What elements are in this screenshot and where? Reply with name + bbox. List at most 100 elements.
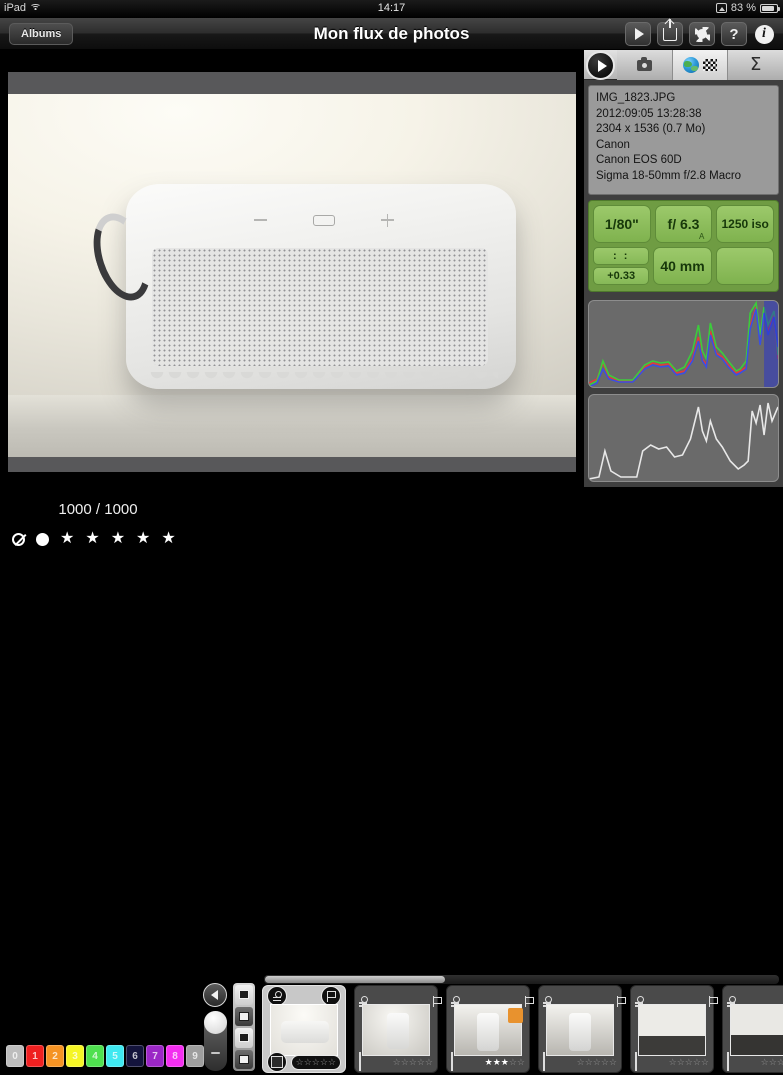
speaker-feet <box>148 372 498 388</box>
mini-star-5-icon: ☆ <box>327 1056 336 1067</box>
star-4-icon[interactable]: ★ <box>136 531 150 547</box>
chevron-left-icon <box>210 990 218 1000</box>
previous-photo-button[interactable] <box>203 983 227 1007</box>
thumbnail-bottom-row: ☆☆☆☆☆ <box>635 1052 709 1071</box>
play-circle-icon <box>597 59 607 72</box>
color-label-5[interactable]: 5 <box>106 1045 124 1067</box>
select-checkbox[interactable] <box>727 1052 729 1071</box>
mini-star-1-icon: ☆ <box>295 1056 304 1067</box>
layout-icon-3 <box>239 1033 249 1043</box>
thumbnail-image <box>270 1004 338 1056</box>
color-label-7[interactable]: 7 <box>146 1045 164 1067</box>
mini-star-3-icon: ☆ <box>592 1056 601 1067</box>
select-checkbox[interactable] <box>635 1052 637 1071</box>
battery-icon <box>760 3 780 13</box>
star-3-icon[interactable]: ★ <box>111 531 125 547</box>
color-label-3[interactable]: 3 <box>66 1045 84 1067</box>
mini-star-1-icon: ☆ <box>668 1056 677 1067</box>
color-label-9[interactable]: 9 <box>186 1045 204 1067</box>
thumbnail-image <box>638 1004 706 1056</box>
battery-percent: 83 % <box>730 2 756 14</box>
thumbnail-cell[interactable]: ☆☆☆☆☆ <box>722 985 783 1073</box>
thumbnail-top-row <box>543 989 617 1003</box>
reject-icon[interactable] <box>12 532 25 546</box>
star-rating-mini: ☆☆☆☆☆ <box>393 1057 433 1068</box>
select-checkbox[interactable] <box>359 1052 361 1071</box>
albums-back-button[interactable]: Albums <box>9 23 74 45</box>
question-mark-icon: ? <box>729 25 739 43</box>
star-rating-mini: ☆☆☆☆☆ <box>296 1057 336 1068</box>
star-5-icon[interactable]: ★ <box>161 531 175 547</box>
star-1-icon[interactable]: ★ <box>60 531 74 547</box>
mini-star-1-icon: ☆ <box>576 1056 585 1067</box>
slider-knob[interactable] <box>204 1011 227 1034</box>
thumbnail-rating[interactable]: ☆☆☆☆☆ <box>577 1057 617 1068</box>
color-label-2[interactable]: 2 <box>46 1045 64 1067</box>
color-label-8[interactable]: 8 <box>166 1045 184 1067</box>
select-checkbox[interactable] <box>543 1052 545 1071</box>
info-button[interactable]: i <box>753 22 775 46</box>
plus-button-icon <box>381 213 394 227</box>
thumbnail-rating[interactable]: ★ ★ ★ ☆ ☆ <box>485 1057 525 1068</box>
luminance-histogram <box>588 394 779 482</box>
mini-star-1-icon: ☆ <box>392 1056 401 1067</box>
share-button[interactable] <box>657 18 683 46</box>
zoom-slider[interactable] <box>204 1011 227 1071</box>
thumbnail-rating[interactable]: ☆☆☆☆☆ <box>290 1054 341 1070</box>
play-icon <box>634 28 644 40</box>
color-label-6[interactable]: 6 <box>126 1045 144 1067</box>
flag-badge[interactable] <box>321 986 341 1006</box>
view-mode-3[interactable] <box>235 1028 253 1048</box>
thumbnail-art <box>639 1005 705 1055</box>
select-checkbox[interactable] <box>267 1052 287 1072</box>
pick-dot-icon[interactable] <box>36 532 49 546</box>
tab-sigma[interactable]: Σ <box>728 50 783 80</box>
star-2-icon[interactable]: ★ <box>85 531 99 547</box>
view-mode-2[interactable] <box>235 1006 253 1026</box>
thumbnail-cell[interactable]: ☆☆☆☆☆ <box>630 985 714 1073</box>
aperture-text: f/ 6.3 <box>667 216 700 232</box>
tab-camera[interactable] <box>617 50 673 80</box>
slideshow-play-button[interactable] <box>625 22 651 46</box>
camera-icon <box>636 57 652 71</box>
color-label-1[interactable]: 1 <box>26 1045 44 1067</box>
thumbnail-rating[interactable]: ☆☆☆☆☆ <box>761 1057 783 1068</box>
mini-star-4-icon: ☆ <box>692 1056 701 1067</box>
exposure-empty-cell <box>715 247 774 285</box>
thumbnail-rating[interactable]: ☆☆☆☆☆ <box>393 1057 433 1068</box>
filmstrip[interactable]: ☆☆☆☆☆☆☆☆☆☆★★★☆☆☆☆☆☆☆☆☆☆☆☆☆☆☆☆☆ <box>262 977 783 1075</box>
thumbnail-cell[interactable]: ☆☆☆☆☆ <box>538 985 622 1073</box>
rgb-histogram <box>588 300 779 388</box>
thumbnail-cell[interactable]: ☆☆☆☆☆ <box>262 985 346 1073</box>
slider-minus-icon <box>211 1052 220 1054</box>
lock-badge[interactable] <box>267 986 287 1006</box>
speaker-body <box>126 184 516 389</box>
exif-model: Canon EOS 60D <box>596 154 682 166</box>
thumbnail-cell[interactable]: ☆☆☆☆☆ <box>354 985 438 1073</box>
thumbnail-bottom-row: ☆☆☆☆☆ <box>727 1052 783 1071</box>
help-button[interactable]: ? <box>721 22 747 46</box>
color-label-4[interactable]: 4 <box>86 1045 104 1067</box>
select-checkbox[interactable] <box>451 1052 453 1071</box>
mini-star-5-icon: ☆ <box>424 1056 433 1067</box>
mini-star-5-icon: ☆ <box>608 1056 617 1067</box>
photo-viewer[interactable] <box>0 50 584 487</box>
thumbnail-rating[interactable]: ☆☆☆☆☆ <box>669 1057 709 1068</box>
color-label-0[interactable]: 0 <box>6 1045 24 1067</box>
view-mode-1[interactable] <box>235 985 253 1005</box>
navbar-actions: ? i <box>625 18 775 46</box>
thumbnail-top-row <box>359 989 433 1003</box>
mini-star-4-icon: ☆ <box>319 1056 328 1067</box>
exposure-row-1: 1/80" f/ 6.3 A 1250 iso <box>593 205 775 243</box>
view-mode-4[interactable] <box>235 1049 253 1069</box>
tab-play[interactable] <box>586 51 615 80</box>
info-icon: i <box>754 24 774 44</box>
thumbnail-cell[interactable]: ★ ★ ★ ☆ ☆ <box>446 985 530 1073</box>
thumbnail-bottom-row: ☆☆☆☆☆ <box>267 1052 341 1072</box>
aperture-mode-text: A <box>699 232 705 241</box>
settings-button[interactable] <box>689 22 715 46</box>
tab-map[interactable] <box>672 50 729 80</box>
speaker-grille <box>152 248 488 366</box>
thumbnail-top-row <box>727 989 783 1003</box>
mini-star-3-icon: ☆ <box>776 1056 783 1067</box>
